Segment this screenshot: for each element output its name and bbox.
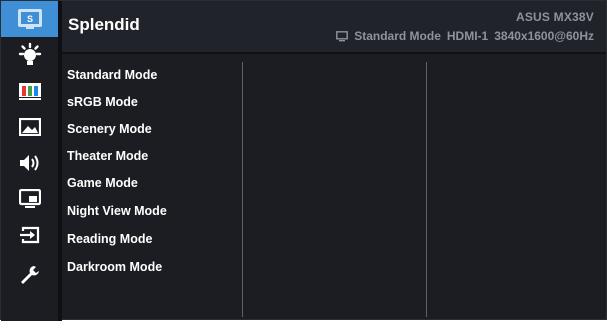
content-area: Standard Mode sRGB Mode Scenery Mode The… [62, 54, 606, 319]
sidebar-item-input-select[interactable] [1, 217, 58, 253]
status-bar: Standard Mode HDMI-1 3840x1600@60Hz [336, 29, 594, 43]
sidebar-item-brightness[interactable] [1, 37, 58, 73]
column-divider-2 [426, 62, 427, 317]
model-name: ASUS MX38V [515, 10, 594, 24]
sidebar-item-color[interactable] [1, 73, 58, 109]
sidebar-item-system-setup[interactable] [1, 253, 58, 297]
mode-item-reading[interactable]: Reading Mode [67, 232, 152, 246]
header: Splendid ASUS MX38V Standard Mode HDMI-1… [62, 1, 606, 54]
splendid-icon: S [17, 9, 42, 29]
brightness-icon [18, 42, 41, 65]
column-divider-1 [242, 62, 243, 317]
system-setup-icon [20, 266, 39, 284]
mode-item-night-view[interactable]: Night View Mode [67, 204, 167, 218]
sidebar-item-sound[interactable] [1, 145, 58, 181]
mode-item-scenery[interactable]: Scenery Mode [67, 122, 152, 136]
mode-item-theater[interactable]: Theater Mode [67, 149, 148, 163]
input-select-icon [19, 226, 39, 244]
status-mode: Standard Mode [354, 29, 441, 43]
sidebar-item-image[interactable] [1, 109, 58, 145]
mode-item-darkroom[interactable]: Darkroom Mode [67, 260, 162, 274]
page-title: Splendid [68, 15, 140, 34]
mode-item-standard[interactable]: Standard Mode [67, 68, 157, 82]
status-input: HDMI-1 [446, 29, 489, 43]
osd-menu: S Splendid ASUS MX38V Standard Mode HDMI… [0, 0, 607, 321]
sidebar-item-splendid[interactable]: S [1, 1, 58, 37]
mode-item-srgb[interactable]: sRGB Mode [67, 95, 138, 109]
sound-icon [19, 155, 38, 171]
monitor-icon [336, 30, 349, 41]
color-icon [18, 83, 41, 100]
status-resolution: 3840x1600@60Hz [494, 29, 594, 43]
svg-text:S: S [26, 14, 32, 24]
image-icon [18, 118, 41, 136]
sidebar: S [1, 1, 58, 321]
sidebar-item-pip[interactable] [1, 181, 58, 217]
pip-icon [18, 189, 41, 208]
mode-item-game[interactable]: Game Mode [67, 176, 138, 190]
